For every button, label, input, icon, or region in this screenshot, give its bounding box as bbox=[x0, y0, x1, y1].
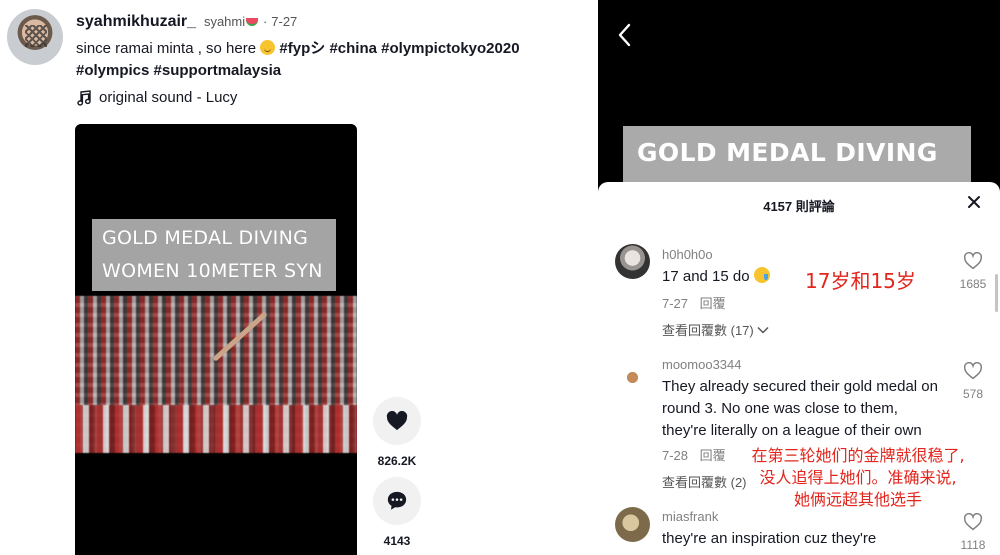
reply-button[interactable]: 回覆 bbox=[700, 448, 726, 463]
video-overlay-title: GOLD MEDAL DIVING bbox=[637, 138, 938, 167]
comment-meta: 7-27 回覆 bbox=[662, 293, 726, 312]
comment-action[interactable]: 4143 bbox=[373, 477, 421, 548]
heart-outline-icon bbox=[963, 512, 983, 531]
comment-text: they're an inspiration cuz they're bbox=[662, 530, 877, 547]
music-note-icon bbox=[76, 89, 92, 106]
watermelon-emoji-icon bbox=[246, 18, 259, 27]
hashtag[interactable]: #china bbox=[329, 40, 377, 57]
close-icon bbox=[968, 196, 980, 208]
comment-text: They already secured their gold medal on… bbox=[662, 378, 938, 439]
comment-date: 7-27 bbox=[662, 296, 689, 311]
caption-text: since ramai minta , so here bbox=[76, 40, 257, 57]
translation-annotation: 17岁和15岁 bbox=[805, 269, 916, 293]
view-replies-label: 查看回覆數 (17) bbox=[662, 323, 754, 338]
view-replies-link[interactable]: 查看回覆數 (17) bbox=[662, 320, 769, 339]
comment-text: 17 and 15 do bbox=[662, 268, 750, 285]
annotation-line: 在第三轮她们的金牌就很稳了, bbox=[751, 446, 965, 465]
hashtag[interactable]: #supportmalaysia bbox=[154, 62, 282, 79]
heart-icon bbox=[386, 411, 408, 431]
video-overlay-line1: GOLD MEDAL DIVING bbox=[102, 227, 309, 249]
like-count: 826.2K bbox=[377, 454, 417, 468]
commenter-avatar[interactable] bbox=[615, 244, 650, 279]
sound-link[interactable]: original sound - Lucy bbox=[76, 89, 237, 106]
view-replies-label: 查看回覆數 (2) bbox=[662, 475, 747, 490]
back-button[interactable] bbox=[614, 22, 636, 48]
close-button[interactable] bbox=[966, 194, 982, 210]
post-caption: since ramai minta , so here #fypシ #china… bbox=[76, 38, 576, 82]
comment-like[interactable]: 578 bbox=[958, 361, 988, 401]
author-avatar[interactable] bbox=[7, 9, 63, 65]
commenter-username[interactable]: moomoo3344 bbox=[662, 357, 742, 372]
hashtag[interactable]: #olympictokyo2020 bbox=[381, 40, 519, 57]
chevron-left-icon bbox=[618, 23, 631, 47]
comments-screen: GOLD MEDAL DIVING 4157 則評論 h0h0h0o 17 an… bbox=[598, 0, 1000, 555]
comments-sheet: 4157 則評論 h0h0h0o 17 and 15 do 17岁和15岁 7-… bbox=[598, 182, 1000, 555]
author-username[interactable]: syahmikhuzair_ bbox=[76, 13, 196, 30]
annotation-line: 没人追得上她们。准确来说, bbox=[759, 468, 957, 487]
commenter-username[interactable]: miasfrank bbox=[662, 509, 718, 524]
crying-emoji-icon bbox=[753, 267, 770, 283]
like-button[interactable] bbox=[373, 397, 421, 445]
heart-outline-icon bbox=[963, 251, 983, 270]
comment-item: h0h0h0o 17 and 15 do 17岁和15岁 7-27 回覆 查看回… bbox=[598, 242, 1000, 342]
video-overlay-line2: WOMEN 10METER SYN bbox=[102, 260, 323, 282]
comment-meta: 7-28 回覆 bbox=[662, 445, 726, 464]
like-action[interactable]: 826.2K bbox=[373, 397, 421, 468]
post-card: syahmikhuzair_ syahmi · 7-27 since ramai… bbox=[0, 0, 598, 555]
comment-like-count: 1685 bbox=[959, 277, 987, 291]
commenter-username[interactable]: h0h0h0o bbox=[662, 247, 713, 262]
smile-emoji-icon bbox=[260, 40, 276, 55]
hashtag[interactable]: #fypシ bbox=[279, 40, 325, 57]
sound-name: original sound - Lucy bbox=[99, 89, 238, 106]
hashtag[interactable]: #olympics bbox=[76, 62, 149, 79]
author-nickname: syahmi bbox=[203, 14, 246, 29]
comment-count: 4143 bbox=[383, 534, 411, 548]
separator-dot: · bbox=[263, 14, 268, 29]
heart-outline-icon bbox=[963, 361, 983, 380]
comments-count-title: 4157 則評論 bbox=[763, 199, 835, 214]
comment-item: miasfrank they're an inspiration cuz the… bbox=[598, 507, 1000, 555]
translation-annotation: 在第三轮她们的金牌就很稳了, 没人追得上她们。准确来说, 她俩远超其他选手 bbox=[738, 445, 978, 511]
post-date: 7-27 bbox=[271, 14, 298, 29]
commenter-avatar[interactable] bbox=[615, 360, 650, 395]
video-frame bbox=[75, 296, 357, 453]
reply-button[interactable]: 回覆 bbox=[700, 296, 726, 311]
author-line: syahmikhuzair_ syahmi · 7-27 bbox=[76, 13, 297, 31]
chevron-down-icon bbox=[757, 326, 769, 334]
comment-like[interactable]: 1118 bbox=[958, 512, 988, 552]
comment-bubble-icon bbox=[387, 491, 407, 510]
comment-item: moomoo3344 They already secured their go… bbox=[598, 354, 1000, 509]
video-player[interactable]: GOLD MEDAL DIVING WOMEN 10METER SYN bbox=[75, 124, 357, 555]
view-replies-link[interactable]: 查看回覆數 (2) bbox=[662, 472, 747, 491]
comment-like[interactable]: 1685 bbox=[958, 251, 988, 291]
commenter-avatar[interactable] bbox=[615, 507, 650, 542]
comment-date: 7-28 bbox=[662, 448, 689, 463]
comment-like-count: 578 bbox=[962, 387, 984, 401]
video-caption-overlay: GOLD MEDAL DIVING bbox=[623, 126, 971, 186]
comment-like-count: 1118 bbox=[960, 538, 986, 552]
comment-button[interactable] bbox=[373, 477, 421, 525]
